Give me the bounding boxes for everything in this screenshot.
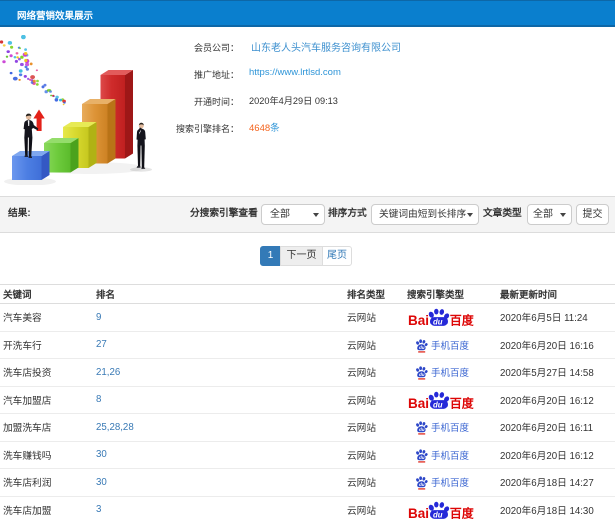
svg-text:du: du xyxy=(433,510,443,519)
svg-text:Bai: Bai xyxy=(408,506,429,520)
svg-text:du: du xyxy=(419,345,425,350)
svg-text:du: du xyxy=(419,482,425,487)
svg-text:百度: 百度 xyxy=(450,395,474,409)
svg-text:du: du xyxy=(433,318,443,327)
svg-text:du: du xyxy=(419,455,425,460)
svg-text:du: du xyxy=(419,427,425,432)
svg-text:百度: 百度 xyxy=(450,505,474,519)
svg-text:百度: 百度 xyxy=(450,313,474,327)
svg-text:Bai: Bai xyxy=(408,396,429,410)
svg-text:Bai: Bai xyxy=(408,313,429,327)
svg-text:du: du xyxy=(419,372,425,377)
svg-text:du: du xyxy=(433,400,443,409)
